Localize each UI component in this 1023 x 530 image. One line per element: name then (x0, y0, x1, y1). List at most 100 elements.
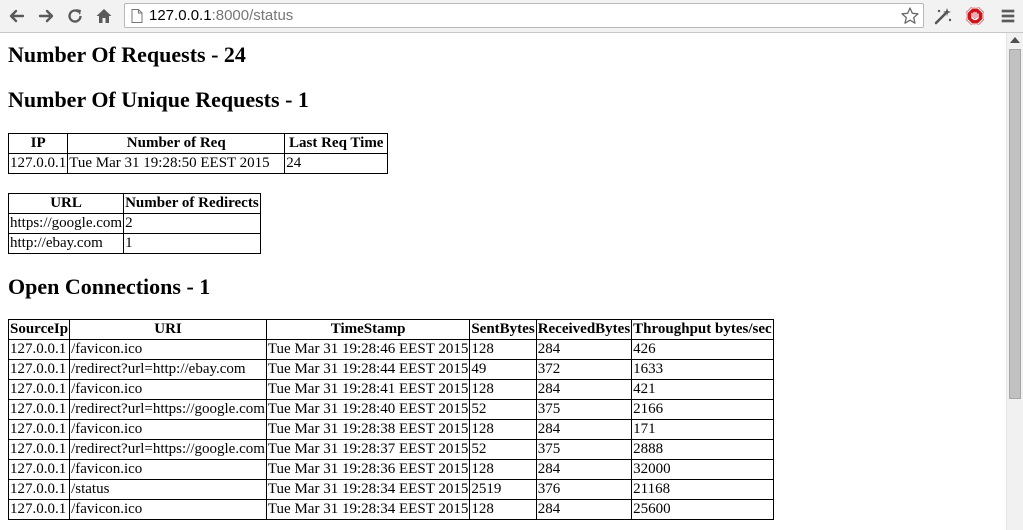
table-cell: Tue Mar 31 19:28:41 EEST 2015 (265, 379, 471, 400)
stop-sign-icon (966, 7, 984, 25)
table-cell: Tue Mar 31 19:28:34 EEST 2015 (265, 499, 471, 520)
table-cell: 2 (123, 213, 261, 234)
table-row: 127.0.0.1/redirect?url=https://google.co… (7, 399, 774, 420)
column-header: ReceivedBytes (535, 319, 633, 340)
column-header: Last Req Time (284, 133, 389, 154)
table-cell: 127.0.0.1 (7, 339, 71, 360)
table-cell: 375 (535, 439, 633, 460)
vertical-scrollbar[interactable] (1006, 33, 1023, 530)
table-cell: 375 (535, 399, 633, 420)
table-row: 127.0.0.1/redirect?url=https://google.co… (7, 439, 774, 460)
page-content: Number Of Requests - 24 Number Of Unique… (0, 33, 1006, 530)
table-row: 127.0.0.1/favicon.ico Tue Mar 31 19:28:38… (7, 419, 774, 440)
table-cell: 127.0.0.1 (7, 499, 71, 520)
table-cell: Tue Mar 31 19:28:37 EEST 2015 (265, 439, 471, 460)
table-cell: /favicon.ico (69, 499, 267, 520)
table-cell: /status (69, 479, 267, 500)
table-cell: 24 (284, 153, 389, 174)
table-cell: Tue Mar 31 19:28:34 EEST 2015 (265, 479, 471, 500)
hamburger-menu-icon (1001, 9, 1015, 23)
browser-menu-button[interactable] (997, 5, 1019, 27)
table-cell: Tue Mar 31 19:28:36 EEST 2015 (265, 459, 471, 480)
page-icon (131, 9, 143, 23)
table-cell: Tue Mar 31 19:28:44 EEST 2015 (265, 359, 471, 380)
table-cell: https://google.com (7, 213, 125, 234)
extension-magic-wand-button[interactable] (932, 5, 954, 27)
reload-button[interactable] (64, 5, 86, 27)
table-cell: 372 (535, 359, 633, 380)
url-host: 127.0.0.1 (149, 7, 212, 24)
requests-count-heading: Number Of Requests - 24 (8, 42, 246, 67)
forward-arrow-icon (38, 9, 54, 23)
table-cell: 127.0.0.1 (7, 153, 69, 174)
table-cell: 25600 (631, 499, 774, 520)
table-cell: 128 (469, 459, 537, 480)
table-cell: 128 (469, 379, 537, 400)
table-row: 127.0.0.1/favicon.ico Tue Mar 31 19:28:41… (7, 379, 774, 400)
browser-toolbar: 127.0.0.1:8000/status (0, 0, 1023, 33)
url-path: :8000/status (211, 7, 294, 24)
table-cell: 128 (469, 499, 537, 520)
table-cell: 128 (469, 339, 537, 360)
table-cell: Tue Mar 31 19:28:46 EEST 2015 (265, 339, 471, 360)
table-row: 127.0.0.1/status Tue Mar 31 19:28:34 EEST… (7, 479, 774, 500)
unique-requests-heading: Number Of Unique Requests - 1 (8, 87, 309, 112)
table-cell: 2888 (631, 439, 774, 460)
column-header: URL (7, 193, 125, 214)
table-cell: /favicon.ico (69, 379, 267, 400)
table-row: 127.0.0.1/favicon.ico Tue Mar 31 19:28:46… (7, 339, 774, 360)
table-cell: 2166 (631, 399, 774, 420)
table-cell: 376 (535, 479, 633, 500)
table-cell: 1 (123, 233, 261, 254)
back-button[interactable] (6, 5, 28, 27)
table-row: 127.0.0.1/favicon.ico Tue Mar 31 19:28:36… (7, 459, 774, 480)
table-row: 127.0.0.1 Tue Mar 31 19:28:50 EEST 2015 … (7, 153, 389, 174)
star-icon[interactable] (900, 6, 920, 26)
table-cell: 127.0.0.1 (7, 479, 71, 500)
table-header-row: IP Number of Req Last Req Time (7, 133, 389, 154)
table-row: https://google.com 2 (7, 213, 261, 234)
column-header: Throughput bytes/sec (631, 319, 774, 340)
unique-requests-table: IP Number of Req Last Req Time 127.0.0.1… (7, 133, 389, 174)
table-row: 127.0.0.1/redirect?url=http://ebay.com Tu… (7, 359, 774, 380)
scrollbar-thumb[interactable] (1009, 49, 1021, 399)
table-cell: 284 (535, 379, 633, 400)
table-cell: 426 (631, 339, 774, 360)
open-connections-heading: Open Connections - 1 (8, 274, 211, 299)
table-cell: /favicon.ico (69, 419, 267, 440)
extension-stop-button[interactable] (964, 5, 986, 27)
column-header: Number of Req (67, 133, 286, 154)
column-header: SourceIp (7, 319, 71, 340)
magic-wand-icon (934, 8, 952, 25)
table-cell: 49 (469, 359, 537, 380)
back-arrow-icon (9, 9, 25, 23)
table-cell: Tue Mar 31 19:28:40 EEST 2015 (265, 399, 471, 420)
table-cell: 21168 (631, 479, 774, 500)
table-header-row: SourceIp URI TimeStamp SentBytes Receive… (7, 319, 774, 340)
table-cell: Tue Mar 31 19:28:50 EEST 2015 (67, 153, 286, 174)
table-cell: 284 (535, 499, 633, 520)
table-cell: 127.0.0.1 (7, 399, 71, 420)
table-cell: /favicon.ico (69, 339, 267, 360)
address-url[interactable]: 127.0.0.1:8000/status (149, 7, 293, 24)
home-button[interactable] (93, 5, 115, 27)
table-cell: 284 (535, 419, 633, 440)
table-cell: 32000 (631, 459, 774, 480)
table-cell: 127.0.0.1 (7, 419, 71, 440)
table-cell: 284 (535, 339, 633, 360)
reload-icon (68, 9, 82, 23)
address-bar[interactable]: 127.0.0.1:8000/status (124, 3, 924, 28)
table-cell: 127.0.0.1 (7, 379, 71, 400)
forward-button[interactable] (35, 5, 57, 27)
scroll-up-arrow-icon[interactable] (1010, 37, 1020, 43)
table-header-row: URL Number of Redirects (7, 193, 261, 214)
table-cell: 2519 (469, 479, 537, 500)
table-cell: /redirect?url=https://google.com (69, 399, 267, 420)
table-cell: 171 (631, 419, 774, 440)
table-cell: 1633 (631, 359, 774, 380)
redirects-table: URL Number of Redirects https://google.c… (7, 193, 261, 254)
table-cell: /redirect?url=http://ebay.com (69, 359, 267, 380)
table-cell: 52 (469, 439, 537, 460)
table-row: http://ebay.com 1 (7, 233, 261, 254)
table-cell: 421 (631, 379, 774, 400)
